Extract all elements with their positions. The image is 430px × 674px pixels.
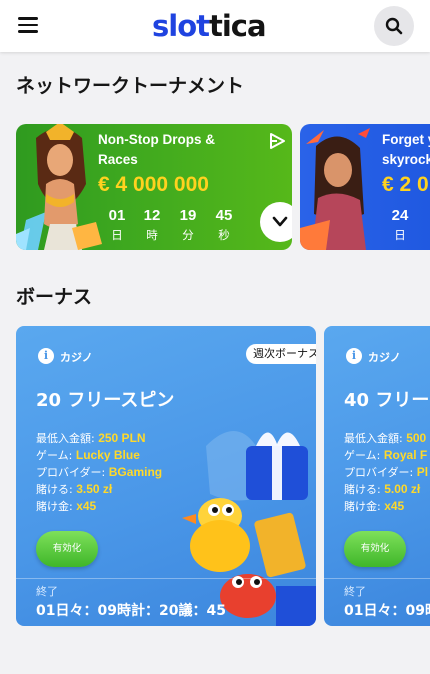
slottica-logo[interactable]: slottica: [152, 8, 267, 44]
bonus-wager-row: 賭け金: x45: [344, 498, 404, 514]
bonus-title: 20 フリースピン: [36, 390, 175, 411]
tournament-title-line1: Forget y: [382, 132, 430, 147]
countdown-minutes: 19: [179, 207, 197, 224]
bonus-row-key: ゲーム:: [36, 449, 76, 462]
search-button[interactable]: [374, 6, 414, 46]
countdown-days: 24: [391, 207, 409, 224]
tournament-title-line2: Races: [98, 152, 138, 167]
chevron-down-icon: [272, 216, 288, 227]
bonus-bet-row: 賭ける: 3.50 zł: [36, 481, 112, 497]
bonus-row-value: 250 PLN: [98, 431, 146, 445]
bonus-min-deposit-row: 最低入金額: 500: [344, 430, 426, 446]
bonuses-section-title: ボーナス: [16, 286, 93, 308]
tournament-card[interactable]: Non-Stop Drops & Races € 4 000 000 01 日 …: [16, 124, 292, 250]
bonus-category: カジノ: [60, 351, 93, 364]
bonus-provider-row: プロバイダー: BGaming: [36, 464, 162, 480]
bonus-row-value: BGaming: [108, 465, 163, 479]
bonus-row-value: x45: [384, 499, 405, 513]
queen-character-illustration: [16, 124, 102, 250]
bonus-row-value: x45: [76, 499, 97, 513]
bonus-bet-row: 賭ける: 5.00 zł: [344, 481, 420, 497]
tournaments-section-title: ネットワークトーナメント: [16, 75, 245, 97]
ends-label: 終了: [344, 585, 366, 598]
tournament-card[interactable]: Forget y skyrock € 2 0 24 日: [300, 124, 430, 250]
bonus-row-key: 賭ける:: [36, 483, 77, 496]
bonus-row-value: Lucky Blue: [75, 448, 140, 462]
bonus-provider-row: プロバイダー: Pl: [344, 464, 428, 480]
bonus-title: 40 フリー: [344, 390, 430, 411]
bonus-card[interactable]: カジノ 40 フリー 最低入金額: 500 ゲーム: Royal F プロバイダ…: [324, 326, 430, 626]
divider: [324, 578, 430, 579]
info-icon[interactable]: [346, 348, 362, 364]
tournament-title-line1: Non-Stop Drops &: [98, 132, 215, 147]
bonus-row-value: Royal F: [383, 448, 428, 462]
countdown-seconds: 45: [215, 207, 233, 224]
tournament-prize: € 4 000 000: [98, 173, 209, 196]
bonus-row-key: 賭け金:: [344, 500, 385, 513]
bonus-row-key: 最低入金額:: [36, 432, 99, 445]
bonus-row-value: 3.50 zł: [76, 482, 113, 496]
top-header: slottica: [0, 0, 430, 52]
bonus-row-value: Pl: [416, 465, 429, 479]
search-icon: [385, 17, 403, 35]
woman-character-illustration: [300, 128, 370, 250]
ends-label: 終了: [36, 585, 58, 598]
hamburger-menu-icon[interactable]: [18, 17, 38, 33]
bonus-card[interactable]: カジノ 週次ボーナス 20 フリースピン 最低入金額: 250 PLN ゲーム:…: [16, 326, 316, 626]
bonus-row-value: 5.00 zł: [384, 482, 421, 496]
logo-part-tica: tica: [209, 9, 267, 43]
duck-gift-illustration: [182, 431, 316, 626]
bonus-min-deposit-row: 最低入金額: 250 PLN: [36, 430, 146, 446]
bonus-row-key: プロバイダー:: [344, 466, 417, 479]
bonus-wager-row: 賭け金: x45: [36, 498, 96, 514]
ends-countdown: 01日々：09時計：20議：45: [36, 603, 226, 619]
expand-tournament-button[interactable]: [260, 202, 292, 242]
bonus-row-key: 最低入金額:: [344, 432, 407, 445]
tournament-prize: € 2 0: [382, 173, 429, 196]
tournament-title-line2: skyrock: [382, 152, 430, 167]
countdown-seconds-label: 秒: [218, 228, 230, 242]
logo-part-slot: slot: [152, 9, 210, 43]
bonus-row-key: 賭ける:: [344, 483, 385, 496]
countdown-days-label: 日: [394, 228, 406, 242]
bonus-row-key: ゲーム:: [344, 449, 384, 462]
bonus-row-key: 賭け金:: [36, 500, 77, 513]
bonus-category: カジノ: [368, 351, 401, 364]
bonus-game-row: ゲーム: Lucky Blue: [36, 447, 140, 463]
bonus-row-key: プロバイダー:: [36, 466, 109, 479]
ends-countdown: 01日々：09時: [344, 603, 430, 619]
info-icon[interactable]: [38, 348, 54, 364]
weekly-bonus-badge: 週次ボーナス: [246, 344, 316, 364]
countdown-hours-label: 時: [146, 228, 158, 242]
countdown-hours: 12: [143, 207, 161, 224]
countdown-days: 01: [108, 207, 126, 224]
countdown-days-label: 日: [111, 228, 123, 242]
activate-bonus-button[interactable]: 有効化: [36, 531, 98, 567]
bonus-row-value: 500: [406, 431, 427, 445]
activate-bonus-button[interactable]: 有効化: [344, 531, 406, 567]
countdown-minutes-label: 分: [182, 228, 194, 242]
divider: [16, 578, 316, 579]
bonus-game-row: ゲーム: Royal F: [344, 447, 427, 463]
play-icon[interactable]: [268, 132, 286, 150]
